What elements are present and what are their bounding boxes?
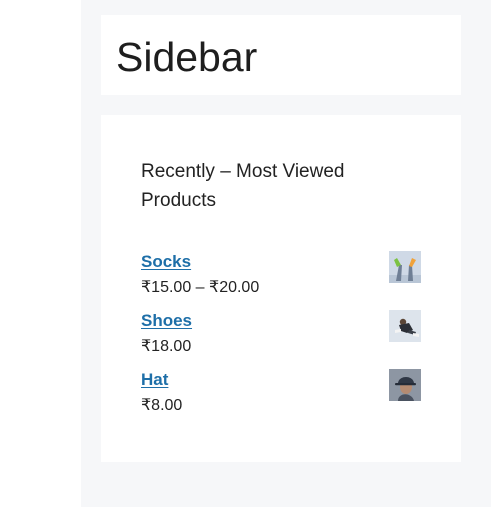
product-link-socks[interactable]: Socks — [141, 251, 191, 273]
socks-thumbnail[interactable] — [389, 251, 421, 283]
product-item-hat: Hat ₹8.00 — [141, 369, 421, 425]
widget-title: Recently – Most Viewed Products — [141, 161, 345, 211]
sidebar-title: Sidebar — [116, 34, 258, 80]
hat-thumbnail[interactable] — [389, 369, 421, 401]
main-content-area — [0, 0, 81, 507]
socks-photo-icon — [389, 251, 421, 283]
product-price-shoes: ₹18.00 — [141, 338, 192, 355]
product-link-hat[interactable]: Hat — [141, 369, 168, 391]
shoes-thumbnail[interactable] — [389, 310, 421, 342]
product-price-socks: ₹15.00 – ₹20.00 — [141, 279, 260, 296]
product-item-socks: Socks ₹15.00 – ₹20.00 — [141, 251, 421, 307]
product-item-shoes: Shoes ₹18.00 — [141, 310, 421, 366]
hat-photo-icon — [389, 369, 421, 401]
shoes-photo-icon — [389, 310, 421, 342]
product-link-shoes[interactable]: Shoes — [141, 310, 192, 332]
product-price-hat: ₹8.00 — [141, 397, 183, 414]
